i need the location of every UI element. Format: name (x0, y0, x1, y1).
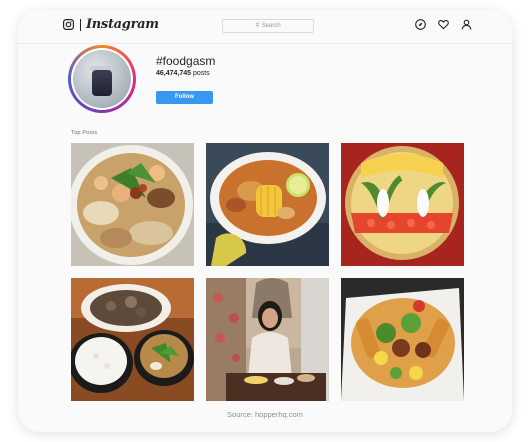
top-navigation-bar: Instagram ⚲ Search (18, 10, 512, 44)
heart-icon[interactable] (438, 19, 449, 30)
person-icon[interactable] (461, 19, 472, 30)
rice-meal-post[interactable] (71, 278, 194, 401)
posts-count: 46,474,745 posts (156, 70, 210, 77)
search-input[interactable]: ⚲ Search (222, 19, 314, 33)
hashtag-title: #foodgasm (156, 54, 216, 68)
corn-soup-post[interactable] (206, 143, 329, 266)
logo-divider (80, 19, 81, 31)
noodle-soup-post[interactable] (71, 143, 194, 266)
pizza-art-post[interactable] (341, 143, 464, 266)
avatar-image (73, 50, 131, 108)
loaded-fries-post[interactable] (341, 278, 464, 401)
instagram-logo[interactable]: Instagram (86, 17, 159, 32)
instagram-window: Instagram ⚲ Search #foodgasm 46,474,745 p… (18, 10, 512, 432)
posts-count-label: posts (193, 70, 210, 77)
woman-dining-post[interactable] (206, 278, 329, 401)
source-caption: Source: hopperhq.com (227, 410, 303, 419)
compass-icon[interactable] (415, 19, 426, 30)
search-icon: ⚲ (255, 23, 260, 29)
top-posts-label: Top Posts (71, 130, 98, 136)
follow-button[interactable]: Follow (156, 91, 213, 104)
camera-icon[interactable] (63, 19, 74, 30)
hashtag-avatar (68, 45, 136, 113)
posts-count-number: 46,474,745 (156, 70, 192, 77)
search-placeholder: Search (261, 23, 281, 29)
